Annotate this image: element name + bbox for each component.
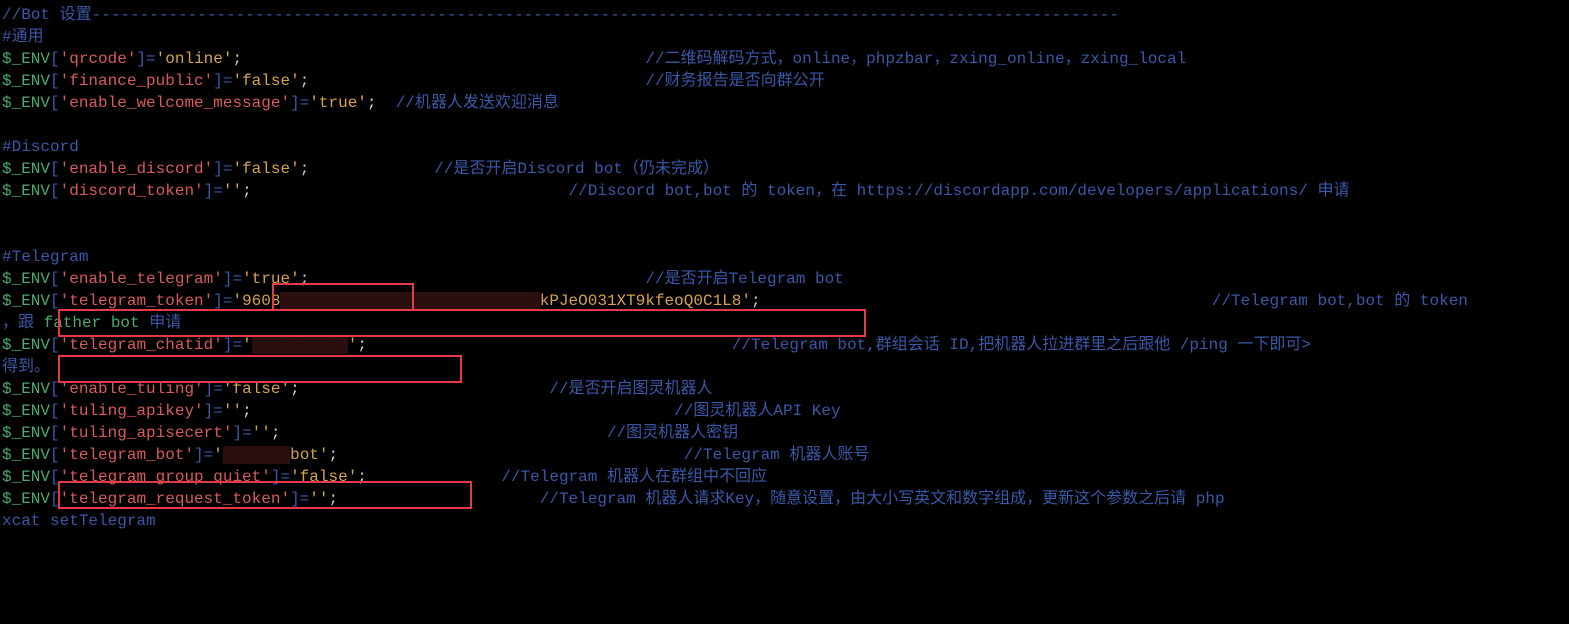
line-xcat: xcat setTelegram: [2, 512, 156, 530]
heading-general: #通用: [2, 28, 44, 46]
line-telegram-token: $_ENV['telegram_token']='9608XXXXXXXXXXX…: [2, 292, 1468, 310]
section-bot: //Bot 设置--------------------------------…: [2, 6, 1119, 24]
line-tuling-apisecert: $_ENV['tuling_apisecert']=''; //图灵机器人密钥: [2, 424, 738, 442]
line-telegram-token-cont: ，跟 father bot 申请: [2, 314, 181, 332]
line-enable-tuling: $_ENV['enable_tuling']='false'; //是否开启图灵…: [2, 380, 713, 398]
line-discord-token: $_ENV['discord_token']=''; //Discord bot…: [2, 182, 1349, 200]
redacted-chatid: XXXXXXXXXX: [252, 336, 348, 354]
line-telegram-chatid-cont: 得到。: [2, 358, 50, 376]
heading-discord: #Discord: [2, 138, 79, 156]
heading-telegram: #Telegram: [2, 248, 88, 266]
line-tuling-apikey: $_ENV['tuling_apikey']=''; //图灵机器人API Ke…: [2, 402, 841, 420]
line-enable-telegram: $_ENV['enable_telegram']='true'; //是否开启T…: [2, 270, 844, 288]
line-telegram-request-token: $_ENV['telegram_request_token']=''; //Te…: [2, 490, 1234, 508]
line-telegram-group-quiet: $_ENV['telegram_group_quiet']='false'; /…: [2, 468, 767, 486]
redacted-token: XXXXXXXXXXXXXXXXXXXXXXXXXXX: [280, 292, 539, 310]
line-telegram-chatid: $_ENV['telegram_chatid']='XXXXXXXXXX'; /…: [2, 336, 1311, 354]
line-finance-public: $_ENV['finance_public']='false'; //财务报告是…: [2, 72, 825, 90]
redacted-bot: XXXXXXX: [223, 446, 290, 464]
line-qrcode: $_ENV['qrcode']='online'; //二维码解码方式，onli…: [2, 50, 1186, 68]
line-telegram-bot: $_ENV['telegram_bot']='XXXXXXXbot'; //Te…: [2, 446, 869, 464]
line-welcome: $_ENV['enable_welcome_message']='true'; …: [2, 94, 559, 112]
highlight-telegram-chatid: [58, 355, 462, 383]
line-enable-discord: $_ENV['enable_discord']='false'; //是否开启D…: [2, 160, 719, 178]
code-block: //Bot 设置--------------------------------…: [0, 0, 1569, 624]
